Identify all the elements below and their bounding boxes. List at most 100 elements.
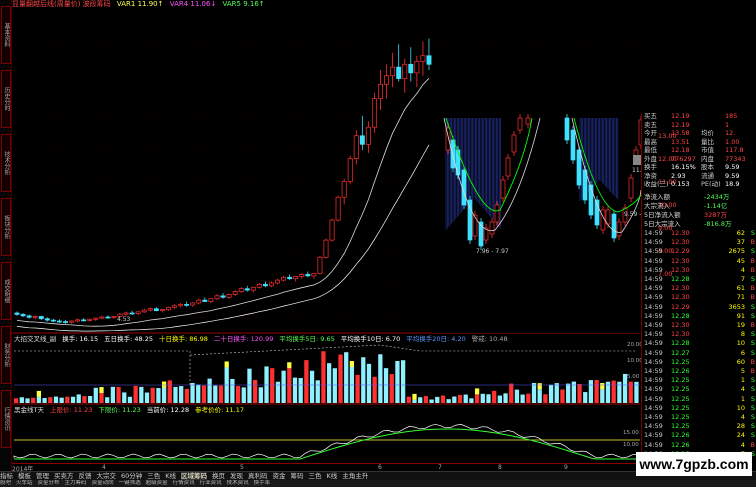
quote-value: 1 — [725, 120, 730, 129]
inset-candle-body — [494, 204, 500, 223]
inset-candle-body — [472, 214, 478, 237]
turnover-bar-cap — [224, 361, 229, 368]
turnover-bar — [520, 394, 525, 403]
candle-body — [256, 284, 262, 288]
indicator-tab[interactable]: 买卖方 — [54, 472, 74, 480]
candle-body — [153, 308, 159, 312]
indicator-tab[interactable]: 筹码 — [291, 472, 304, 480]
turnover-bar — [526, 393, 531, 403]
indicator-tab[interactable]: 三色 — [309, 472, 322, 480]
candle-body — [305, 274, 311, 277]
turnover-bar-cap — [600, 383, 605, 390]
indicator-tab[interactable]: K线 — [165, 472, 176, 480]
indicator2-value: 上限价: 11.23 — [49, 406, 93, 414]
indicator-tab[interactable]: 真利码 — [248, 472, 268, 480]
quote-row: 卖五 12.19 1 — [642, 121, 756, 129]
flow-value: -816.8万 — [704, 220, 732, 228]
candle-body — [347, 158, 353, 182]
inset-candle-body — [455, 149, 461, 176]
tick-volume: 37 — [736, 238, 745, 247]
indicator-tab[interactable]: 管理 — [36, 472, 49, 480]
tick-time: 14:59 — [644, 431, 663, 440]
status-link[interactable]: 主力筹码 — [65, 480, 87, 486]
indicator1-value: 平均换手10日: 6.70 — [340, 335, 401, 343]
indicator-tab[interactable]: 三色 — [147, 472, 160, 480]
quote-value: 0.153 — [671, 180, 690, 188]
status-link[interactable]: 资金动向 — [92, 480, 114, 486]
status-link[interactable]: 换手率 — [254, 480, 271, 486]
status-link[interactable]: 一键筛选 — [119, 480, 141, 486]
inset-candle-body — [467, 199, 473, 241]
indicator-tab[interactable]: 大宗交 — [97, 472, 117, 480]
quote-value: 12.19 — [671, 113, 690, 120]
candle-body — [87, 318, 93, 321]
indicator-tab[interactable]: 指标 — [0, 472, 13, 480]
candle-body — [396, 66, 402, 79]
indicator-tab[interactable]: 模板 — [18, 472, 31, 480]
tick-volume: 10 — [736, 403, 745, 412]
status-link[interactable]: 火车站 — [16, 480, 33, 486]
candle-body — [311, 273, 317, 277]
turnover-bar — [87, 396, 93, 403]
turnover-bar — [99, 393, 104, 403]
turnover-bar — [196, 384, 201, 403]
quote-value: 18.9 — [725, 180, 740, 188]
candle-body — [293, 276, 299, 280]
indicator-tab[interactable]: 60分钟 — [121, 472, 142, 480]
status-link[interactable]: 股吧 — [0, 480, 11, 486]
quote-row: 换手 16.15% 股本 9.59 — [642, 163, 756, 171]
status-link[interactable]: 行情资讯 — [173, 480, 195, 486]
tick-volume: 3653 — [728, 302, 745, 311]
turnover-bar — [537, 389, 542, 403]
turnover-bar — [82, 396, 87, 403]
trade-tick-row: 14:59 12.30 8 S — [642, 330, 756, 338]
turnover-bar — [213, 385, 218, 403]
turnover-bar-cap — [287, 362, 292, 369]
candle-body — [287, 276, 293, 280]
indicator-tab[interactable]: 主角主升 — [342, 472, 368, 480]
date-tick: 7 — [438, 464, 442, 471]
quote-value: 16.15% — [671, 163, 696, 171]
turnover-bar — [389, 374, 394, 403]
price-annotation: 7.96 - 7.97 — [476, 248, 509, 255]
turnover-bar — [247, 368, 252, 403]
tick-side: B — [750, 321, 755, 329]
turnover-bar — [457, 394, 463, 403]
tick-price: 12.30 — [671, 238, 690, 247]
status-link[interactable]: 资金分布 — [38, 480, 60, 486]
date-tick: 6 — [378, 464, 382, 471]
indicator-tab[interactable]: 资金 — [273, 472, 286, 480]
tick-price: 12.27 — [671, 348, 690, 357]
trade-tick-row: 14:59 12.27 6 S — [642, 349, 756, 357]
turnover-bar — [218, 385, 224, 403]
tick-side: B — [750, 293, 755, 302]
tick-volume: 4 — [740, 265, 745, 274]
turnover-bar — [281, 370, 286, 403]
quote-label: PE(动) — [701, 180, 721, 188]
candle-body — [262, 284, 268, 287]
indicator1-value: 十日换手: 86.98 — [159, 335, 208, 343]
tick-volume: 61 — [736, 284, 745, 293]
candle-body — [63, 321, 68, 323]
turnover-bar — [59, 397, 64, 403]
status-link[interactable]: 技术资讯 — [227, 480, 249, 486]
gold-line-chart — [13, 423, 640, 460]
indicator-tab[interactable]: K线 — [327, 472, 338, 480]
indicator-tab[interactable]: 反馈 — [79, 472, 92, 480]
turnover-bar — [366, 363, 372, 403]
status-link[interactable]: 行业资讯 — [200, 480, 222, 486]
indicator-tab[interactable]: 发现 — [230, 472, 243, 480]
tick-volume: 5 — [740, 367, 745, 375]
tick-volume: 45 — [736, 256, 745, 265]
indicator-tab[interactable]: 区域筹码 — [181, 472, 208, 480]
status-link[interactable]: 超级资金 — [146, 480, 168, 486]
capital-flow-row: 大宗流入 -1.14亿 — [642, 202, 756, 211]
candle-body — [147, 308, 153, 311]
turnover-bar — [161, 387, 167, 403]
indicator-tab[interactable]: 换页 — [212, 472, 225, 480]
candle-body — [178, 304, 184, 307]
tick-volume: 91 — [736, 311, 745, 320]
tick-time: 14:59 — [644, 302, 663, 311]
tick-side: S — [750, 394, 755, 403]
gold-line-indicator-header: 黑金线T天 上限价: 11.23 下限价: 11.23 当前价: 12.28 参考价价:… — [14, 405, 640, 415]
